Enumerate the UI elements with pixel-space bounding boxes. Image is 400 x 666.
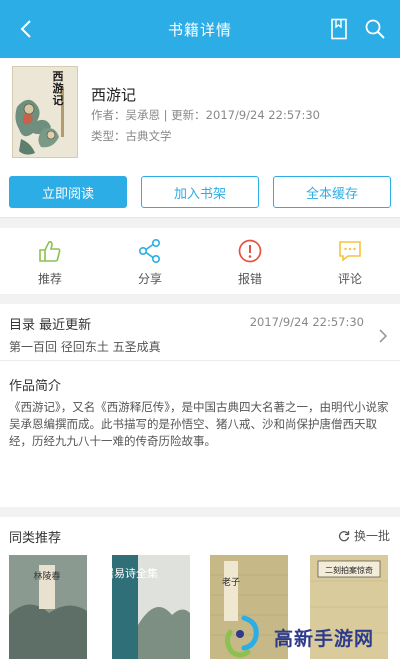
comment-label: 评论 [337, 272, 362, 286]
similar-heading: 同类推荐 [9, 531, 62, 546]
divider [0, 507, 400, 517]
similar-book-title: 林陵春 [33, 570, 60, 582]
report-error-action[interactable]: 报错 [222, 238, 278, 287]
comment-action[interactable]: 评论 [322, 238, 378, 287]
read-now-button[interactable]: 立即阅读 [9, 176, 127, 208]
report-error-label: 报错 [237, 272, 262, 286]
divider [0, 218, 400, 228]
genre-line: 类型：古典文学 [91, 129, 172, 143]
cover-title: 西游记 [52, 70, 64, 107]
cache-all-button[interactable]: 全本缓存 [273, 176, 391, 208]
recommend-label: 推荐 [37, 272, 62, 286]
book-intro: 作品简介 《西游记》，又名《西游释厄传》，是中国古典四大名著之一，由明代小说家吴… [0, 361, 400, 507]
thumbs-up-icon [39, 241, 61, 262]
top-bar: 书籍详情 [0, 0, 400, 58]
author-update-line: 作者：吴承恩 | 更新：2017/9/24 22:57:30 [91, 108, 320, 122]
intro-heading: 作品简介 [9, 379, 62, 394]
similar-book-title: 老子 [222, 576, 240, 588]
catalog-label: 目录 最近更新 [9, 318, 92, 333]
chevron-right-icon [379, 329, 388, 343]
bookmark-icon[interactable] [330, 18, 348, 40]
watermark-text: 高新手游网 [274, 627, 375, 650]
similar-book-title: 白居易诗全集 [112, 566, 158, 580]
back-arrow-icon[interactable] [14, 16, 40, 42]
latest-chapter[interactable]: 第一百回 径回东土 五圣成真 [9, 338, 161, 355]
cover-illustration: 白居易诗全集 [112, 555, 190, 659]
cover-illustration: 林陵春 [9, 555, 87, 659]
social-actions: 推荐 分享 报错 评论 [0, 228, 400, 294]
book-cover[interactable]: 西游记 [12, 66, 78, 158]
book-info: 西游记 西游记 作者：吴承恩 | 更新：2017/9/24 22:57:30 类… [0, 58, 400, 164]
search-icon[interactable] [364, 18, 386, 40]
refresh-batch-button[interactable]: 换一批 [338, 527, 390, 544]
refresh-label: 换一批 [353, 529, 390, 543]
divider [0, 294, 400, 304]
add-to-shelf-button[interactable]: 加入书架 [141, 176, 259, 208]
book-detail-screen: 书籍详情 西游记 西游记 作者：吴承恩 | 更新：2017/9/24 22:57… [0, 0, 400, 666]
refresh-icon [338, 530, 350, 541]
share-label: 分享 [137, 272, 162, 286]
action-buttons: 立即阅读 加入书架 全本缓存 [0, 164, 400, 218]
catalog-update-time: 2017/9/24 22:57:30 [249, 315, 364, 329]
watermark: 高新手游网 [218, 612, 398, 662]
intro-text: 《西游记》，又名《西游释厄传》，是中国古典四大名著之一，由明代小说家吴承恩编撰而… [9, 400, 389, 448]
book-title: 西游记 [91, 86, 137, 104]
watermark-logo-icon [224, 615, 259, 658]
recommend-action[interactable]: 推荐 [22, 238, 78, 287]
similar-book-cover[interactable]: 林陵春 [9, 555, 87, 659]
catalog-row[interactable]: 目录 最近更新 2017/9/24 22:57:30 第一百回 径回东土 五圣成… [0, 304, 400, 361]
similar-book-title: 二刻拍案惊奇 [325, 565, 373, 575]
exclamation-icon [238, 239, 262, 263]
share-action[interactable]: 分享 [122, 238, 178, 287]
similar-book-cover[interactable]: 白居易诗全集 [112, 555, 190, 659]
share-icon [138, 238, 161, 263]
comment-icon [339, 241, 361, 262]
